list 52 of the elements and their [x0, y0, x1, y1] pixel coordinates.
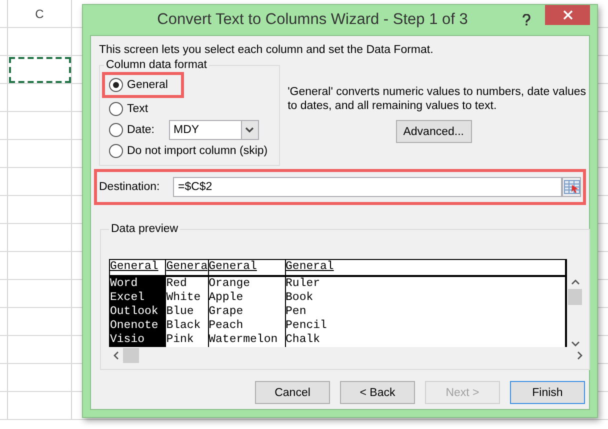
table-cell-text: Orange [208, 277, 252, 291]
table-cell-text: Blue [166, 305, 195, 319]
table-cell: Outlook [110, 305, 166, 319]
table-cell-text: Book [286, 291, 314, 305]
table-cell-text: Chalk [286, 333, 322, 347]
group-label: Data preview [110, 223, 180, 235]
scrollbar-thumb[interactable] [568, 289, 582, 305]
destination-field[interactable]: =$C$2 [173, 177, 562, 197]
table-cell-text: Ruler [286, 277, 322, 291]
chevron-left-icon[interactable] [113, 350, 119, 360]
copy-marquee [9, 57, 71, 83]
table-cell: Visio [110, 333, 166, 347]
chevron-up-icon[interactable] [570, 279, 580, 285]
table-cell-text: Pencil [286, 319, 328, 333]
table-cell-text: White [166, 291, 202, 305]
column-header[interactable]: General [286, 259, 565, 277]
dialog-button[interactable]: Cancel [255, 381, 330, 404]
destination-label: Destination: [99, 181, 161, 193]
table-cell-text: Pink [166, 333, 195, 347]
table-cell-text: Pen [286, 305, 308, 319]
chevron-down-icon[interactable] [570, 341, 580, 347]
scrollbar-thumb[interactable] [123, 348, 139, 362]
table-cell-text: Red [166, 277, 188, 291]
table-cell: Onenote [110, 319, 166, 333]
radio-option[interactable]: Do not import column (skip) [109, 144, 268, 158]
dialog-button[interactable]: < Back [340, 381, 415, 404]
table-cell-text: Black [166, 319, 202, 333]
chevron-right-icon[interactable] [577, 350, 583, 360]
collapse-dialog-button[interactable] [562, 177, 581, 197]
column-header[interactable]: General [208, 259, 285, 277]
column-header[interactable]: General [110, 259, 166, 277]
intro-text: This screen lets you select each column and set the Data Format. [98, 44, 434, 56]
radio-option[interactable]: Date: [109, 122, 154, 136]
radio-option[interactable]: Text [109, 102, 148, 116]
date-dropdown[interactable]: MDY [168, 120, 258, 140]
dialog-button[interactable]: Finish [510, 381, 585, 404]
column-header[interactable]: Genera [166, 259, 208, 277]
description-text: 'General' converts numeric values to numbers, date values to dates, and all remaining values to text. [288, 85, 588, 113]
table-cell-text: Apple [208, 291, 244, 305]
group-label: Column data format [105, 59, 208, 71]
close-icon [562, 10, 572, 20]
table-cell: Excel [110, 291, 166, 305]
advanced-button[interactable]: Advanced... [396, 120, 472, 143]
table-cell-text: Watermelon [208, 333, 279, 347]
help-icon[interactable] [522, 14, 531, 26]
close-button[interactable] [545, 5, 590, 25]
table-cell-text: Peach [208, 319, 244, 333]
window-title: Convert Text to Columns Wizard - Step 1 of 3 [156, 11, 469, 29]
table-cell-text: Grape [208, 305, 244, 319]
chevron-down-icon [245, 126, 254, 132]
table-cell: Word [110, 277, 166, 291]
column-header: C [8, 0, 72, 27]
